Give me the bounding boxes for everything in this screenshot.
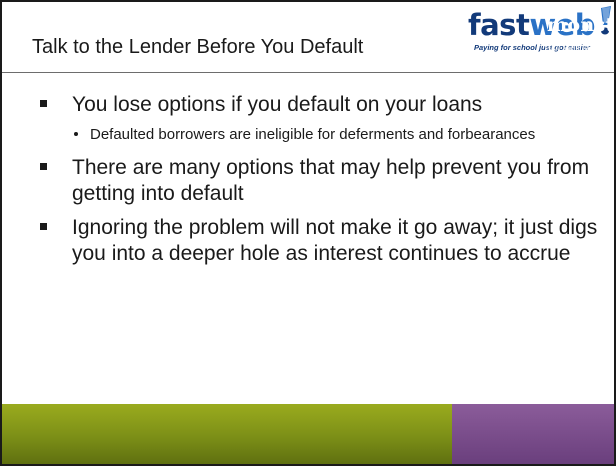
slide: Talk to the Lender Before You Default fa… (0, 0, 616, 466)
footer-purple-band (452, 404, 614, 464)
monster-wordmark: monster (547, 14, 615, 36)
footer-green-band (2, 404, 452, 464)
bullet-item: Ignoring the problem will not make it go… (40, 215, 600, 267)
bullet-text: You lose options if you default on your … (72, 93, 483, 116)
bullet-text: Ignoring the problem will not make it go… (72, 216, 598, 265)
bullet-item: There are many options that may help pre… (40, 155, 600, 207)
fastweb-wordmark-fast: fast (468, 8, 530, 42)
sub-bullet-item: Defaulted borrowers are ineligible for d… (72, 124, 590, 145)
monster-tagline: Your calling is calling™ (543, 42, 616, 52)
bullet-text: There are many options that may help pre… (72, 156, 590, 205)
monster-logo: monster° (547, 14, 615, 36)
square-bullet-icon (40, 163, 47, 170)
sub-bullet-text: Defaulted borrowers are ineligible for d… (90, 126, 536, 143)
bullet-item: You lose options if you default on your … (40, 92, 600, 118)
bullet-list: You lose options if you default on your … (40, 92, 600, 275)
round-bullet-icon (74, 132, 78, 136)
monster-tagline-text: Your calling is calling (543, 42, 616, 52)
square-bullet-icon (40, 100, 47, 107)
square-bullet-icon (40, 223, 47, 230)
footer-bar (2, 404, 614, 464)
title-divider (2, 72, 614, 73)
slide-title: Talk to the Lender Before You Default (32, 36, 364, 58)
